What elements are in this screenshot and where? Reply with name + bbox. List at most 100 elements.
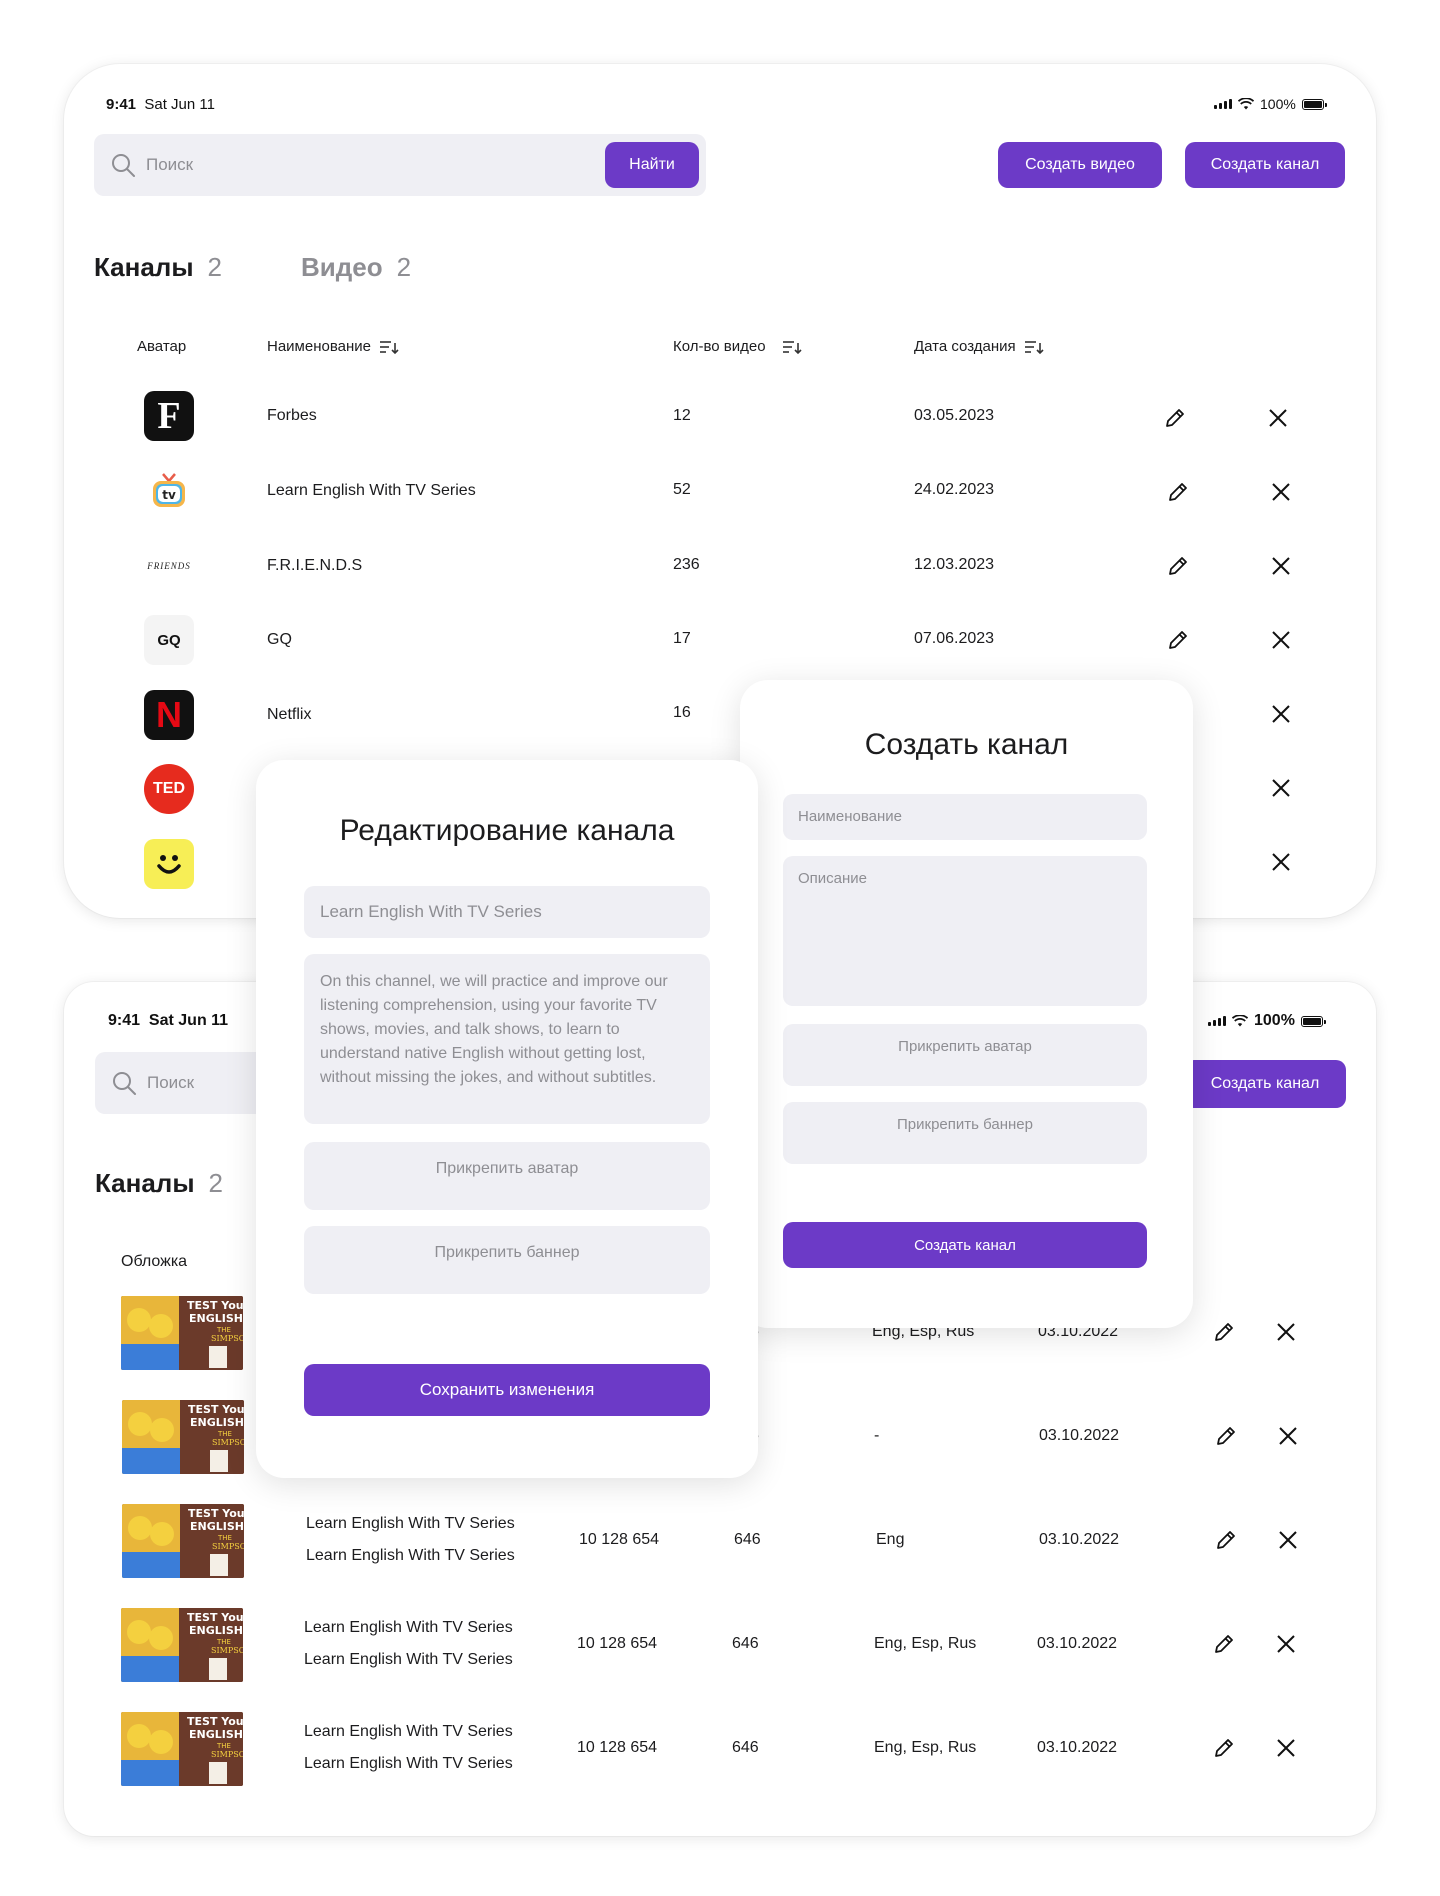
name-field[interactable]: Наименование	[783, 794, 1147, 840]
close-icon[interactable]	[1267, 700, 1295, 728]
svg-text:SIMPSONS: SIMPSONS	[211, 1334, 243, 1343]
battery-percent: 100%	[1254, 1012, 1295, 1029]
row-name: Netflix	[267, 706, 312, 723]
video-cover: TEST YourENGLISHTHESIMPSONS	[122, 1504, 244, 1578]
row-date: 03.10.2022	[1037, 1739, 1118, 1756]
close-icon[interactable]	[1267, 478, 1295, 506]
tabs: Каналы 2 Видео 2	[94, 252, 411, 283]
svg-text:SIMPSONS: SIMPSONS	[212, 1542, 244, 1551]
tab-videos-count: 2	[396, 252, 412, 282]
edit-icon[interactable]	[1161, 404, 1189, 432]
row-videos: 646	[732, 1739, 759, 1756]
create-channel-button[interactable]: Создать канал	[1184, 1060, 1346, 1108]
svg-text:THE: THE	[216, 1638, 231, 1646]
avatar-smile	[144, 839, 194, 889]
close-icon[interactable]	[1272, 1734, 1300, 1762]
avatar-tv: tv	[144, 467, 194, 517]
edit-icon[interactable]	[1164, 626, 1192, 654]
close-icon[interactable]	[1267, 848, 1295, 876]
battery-percent: 100%	[1260, 96, 1296, 112]
description-field[interactable]: Описание	[783, 856, 1147, 1006]
modal-title: Редактирование канала	[339, 814, 675, 847]
battery-icon	[1301, 98, 1327, 110]
row-title: Learn English With TV Series	[306, 1515, 515, 1532]
svg-text:ENGLISH: ENGLISH	[189, 1728, 243, 1741]
edit-icon[interactable]	[1212, 1526, 1240, 1554]
tabs: Каналы 2	[95, 1168, 223, 1199]
attach-avatar-button[interactable]: Прикрепить аватар	[304, 1142, 710, 1210]
row-videos: 12	[673, 407, 691, 424]
col-name[interactable]: Наименование	[267, 338, 399, 355]
tab-channels[interactable]: Каналы 2	[94, 252, 222, 283]
sort-icon	[1024, 340, 1044, 354]
create-channel-button[interactable]: Создать канал	[1185, 142, 1345, 188]
col-date-label: Дата создания	[914, 338, 1016, 355]
tab-videos[interactable]: Видео 2	[301, 252, 411, 283]
row-name: F.R.I.E.N.D.S	[267, 557, 363, 574]
row-title: Learn English With TV Series	[304, 1619, 513, 1636]
col-avatar: Аватар	[137, 338, 186, 355]
edit-icon[interactable]	[1212, 1422, 1240, 1450]
tab-channels[interactable]: Каналы 2	[95, 1168, 223, 1199]
name-field[interactable]: Learn English With TV Series	[304, 886, 710, 938]
avatar-forbes: F	[144, 391, 194, 441]
close-icon[interactable]	[1267, 774, 1295, 802]
row-langs: -	[874, 1427, 880, 1444]
attach-banner-button[interactable]: Прикрепить баннер	[783, 1102, 1147, 1164]
search-button[interactable]: Найти	[605, 142, 699, 188]
create-channel-submit-button[interactable]: Создать канал	[783, 1222, 1147, 1268]
edit-icon[interactable]	[1164, 478, 1192, 506]
close-icon[interactable]	[1264, 404, 1292, 432]
col-cover: Обложка	[121, 1253, 187, 1271]
close-icon[interactable]	[1267, 626, 1295, 654]
description-field[interactable]: On this channel, we will practice and im…	[304, 954, 710, 1124]
row-langs: Eng	[876, 1531, 905, 1548]
col-videos[interactable]: Кол-во видео	[673, 338, 802, 355]
close-icon[interactable]	[1274, 1422, 1302, 1450]
row-date: 03.05.2023	[914, 407, 995, 424]
col-name-label: Наименование	[267, 338, 371, 355]
status-clock: 9:41	[106, 96, 137, 113]
battery-icon	[1300, 1015, 1326, 1027]
tab-channels-count: 2	[207, 252, 222, 282]
edit-icon[interactable]	[1210, 1318, 1238, 1346]
search-input[interactable]: Поиск	[146, 155, 193, 175]
close-icon[interactable]	[1274, 1526, 1302, 1554]
attach-banner-button[interactable]: Прикрепить баннер	[304, 1226, 710, 1294]
edit-channel-modal: Редактирование канала Learn English With…	[256, 760, 758, 1478]
svg-text:ENGLISH: ENGLISH	[189, 1312, 243, 1325]
create-channel-modal: Создать канал Наименование Описание Прик…	[740, 680, 1193, 1328]
close-icon[interactable]	[1272, 1318, 1300, 1346]
row-date: 03.10.2022	[1039, 1531, 1120, 1548]
col-date[interactable]: Дата создания	[914, 338, 1044, 355]
svg-text:THE: THE	[217, 1534, 232, 1542]
search-icon	[113, 1072, 136, 1095]
row-name: GQ	[267, 631, 292, 648]
row-views: 10 128 654	[577, 1739, 658, 1756]
svg-text:SIMPSONS: SIMPSONS	[212, 1438, 244, 1447]
close-icon[interactable]	[1272, 1630, 1300, 1658]
edit-icon[interactable]	[1164, 552, 1192, 580]
row-subtitle: Learn English With TV Series	[304, 1651, 513, 1668]
row-videos: 17	[673, 630, 691, 647]
row-title: Learn English With TV Series	[304, 1723, 513, 1740]
svg-text:TEST Your: TEST Your	[187, 1611, 243, 1624]
svg-text:ENGLISH: ENGLISH	[190, 1520, 244, 1533]
status-time: 9:41 Sat Jun 11	[108, 1012, 228, 1030]
modal-title: Создать канал	[864, 728, 1069, 761]
edit-icon[interactable]	[1210, 1734, 1238, 1762]
svg-text:TEST Your: TEST Your	[187, 1299, 243, 1312]
attach-avatar-button[interactable]: Прикрепить аватар	[783, 1024, 1147, 1086]
avatar-netflix: N	[144, 690, 194, 740]
row-views: 10 128 654	[579, 1531, 660, 1548]
friends-logo: FRIENDS	[147, 561, 191, 571]
save-changes-button[interactable]: Сохранить изменения	[304, 1364, 710, 1416]
search-input[interactable]: Поиск	[147, 1073, 194, 1093]
row-videos: 236	[673, 556, 700, 573]
create-video-button[interactable]: Создать видео	[998, 142, 1162, 188]
svg-text:THE: THE	[217, 1430, 232, 1438]
edit-icon[interactable]	[1210, 1630, 1238, 1658]
close-icon[interactable]	[1267, 552, 1295, 580]
video-cover: TEST YourENGLISHTHESIMPSONS	[121, 1296, 243, 1370]
svg-text:TEST Your: TEST Your	[188, 1403, 244, 1416]
